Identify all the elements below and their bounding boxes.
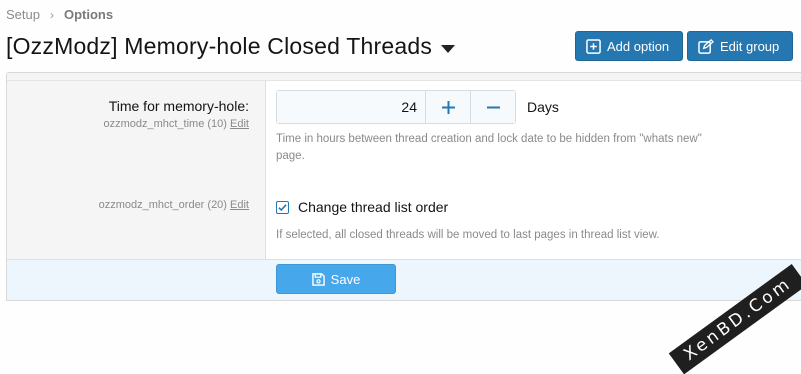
option-time-label: Time for memory-hole: ozzmodz_mhct_time … — [103, 98, 249, 130]
label-column: Time for memory-hole: ozzmodz_mhct_time … — [7, 81, 266, 259]
plus-square-icon — [586, 38, 601, 54]
option-time-title: Time for memory-hole: — [108, 98, 249, 114]
time-units: Days — [527, 99, 559, 115]
option-time-meta: ozzmodz_mhct_time (10) Edit — [103, 118, 249, 130]
edit-group-button[interactable]: Edit group — [687, 31, 793, 61]
option-time-edit-link[interactable]: Edit — [230, 118, 249, 130]
option-order-id: ozzmodz_mhct_order (20) — [98, 199, 227, 211]
breadcrumb-options[interactable]: Options — [64, 7, 113, 22]
order-checkbox-label[interactable]: Change thread list order — [298, 199, 448, 215]
order-checkbox-row[interactable]: Change thread list order — [276, 199, 448, 215]
option-time-explain: Time in hours between thread creation an… — [276, 131, 702, 165]
edit-group-label: Edit group — [720, 38, 780, 54]
option-order-explain: If selected, all closed threads will be … — [276, 229, 660, 241]
page-title: [OzzModz] Memory-hole Closed Threads — [6, 33, 433, 59]
form-footer: Save — [7, 259, 801, 300]
option-time-explain-line1: Time in hours between thread creation an… — [276, 133, 702, 145]
option-order-meta: ozzmodz_mhct_order (20) Edit — [99, 199, 249, 211]
breadcrumb-separator: › — [49, 7, 54, 22]
save-icon — [311, 272, 325, 286]
add-option-button[interactable]: Add option — [575, 31, 683, 61]
time-number-input-group: 24 — [276, 90, 516, 124]
checkmark-icon — [278, 203, 287, 211]
decrement-button[interactable] — [470, 91, 515, 123]
panel-top-strip — [7, 73, 801, 81]
breadcrumb: Setup › Options — [6, 7, 113, 22]
option-order-edit-link[interactable]: Edit — [230, 199, 249, 211]
breadcrumb-setup[interactable]: Setup — [6, 7, 40, 22]
save-label: Save — [330, 271, 361, 287]
time-input[interactable]: 24 — [277, 91, 426, 123]
plus-icon — [441, 100, 455, 114]
increment-button[interactable] — [426, 91, 470, 123]
edit-icon — [698, 38, 714, 54]
minus-icon — [486, 106, 500, 108]
order-checkbox[interactable] — [276, 200, 289, 214]
options-panel: Time for memory-hole: ozzmodz_mhct_time … — [6, 72, 801, 301]
option-time-explain-line2: page. — [276, 150, 305, 162]
option-order-label: ozzmodz_mhct_order (20) Edit — [99, 199, 249, 211]
option-time-id: ozzmodz_mhct_time (10) — [103, 118, 227, 130]
title-row: [OzzModz] Memory-hole Closed Threads — [6, 33, 456, 60]
title-menu-caret-icon[interactable] — [441, 44, 456, 53]
save-button[interactable]: Save — [276, 264, 396, 294]
add-option-label: Add option — [607, 38, 670, 54]
